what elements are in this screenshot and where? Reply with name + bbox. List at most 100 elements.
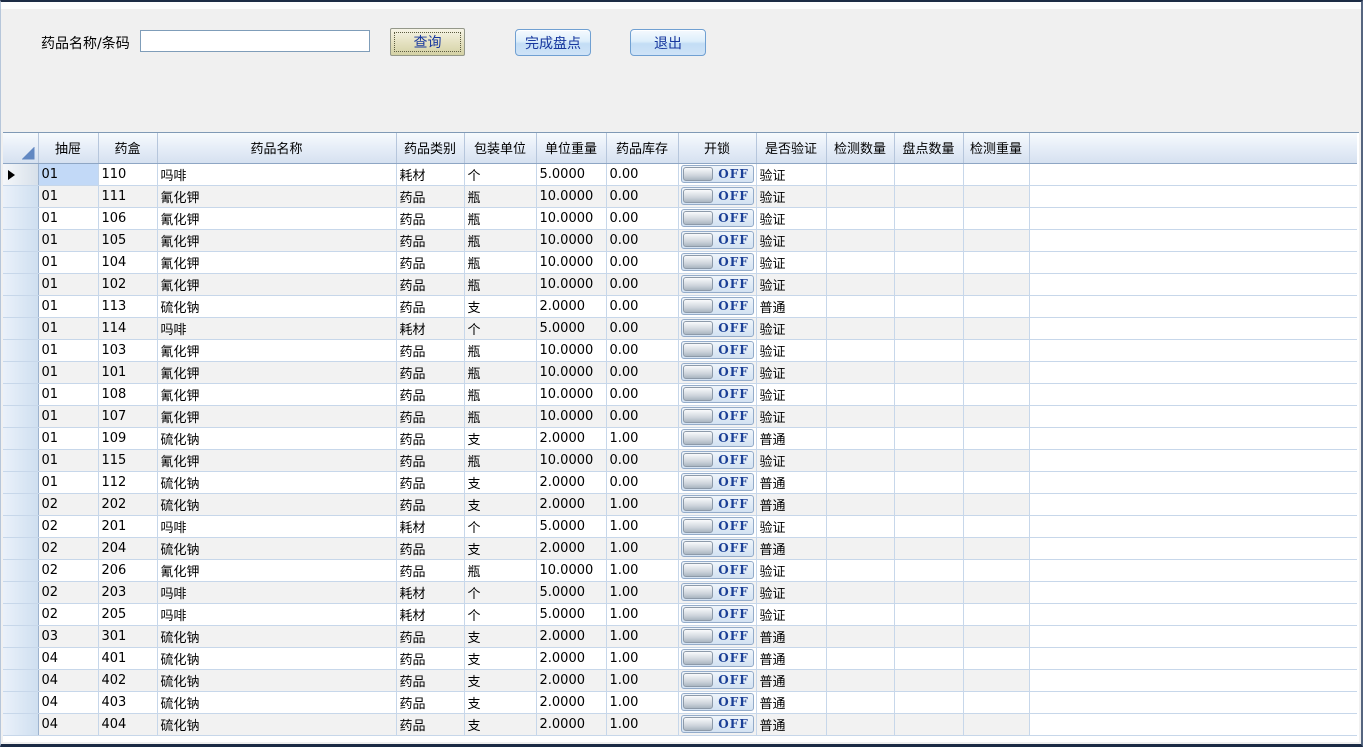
cell-verify[interactable]: 验证 bbox=[756, 405, 826, 427]
cell-unit[interactable]: 瓶 bbox=[464, 339, 536, 361]
cell-category[interactable]: 药品 bbox=[396, 713, 464, 735]
lock-toggle[interactable]: OFF bbox=[681, 495, 754, 513]
cell-category[interactable]: 药品 bbox=[396, 559, 464, 581]
cell-verify[interactable]: 验证 bbox=[756, 559, 826, 581]
cell-unit_weight[interactable]: 10.0000 bbox=[536, 185, 606, 207]
cell-name[interactable]: 氰化钾 bbox=[157, 273, 396, 295]
cell-drawer[interactable]: 03 bbox=[38, 625, 98, 647]
cell-detect_weight[interactable] bbox=[963, 317, 1029, 339]
row-header[interactable] bbox=[3, 163, 38, 185]
cell-verify[interactable]: 验证 bbox=[756, 383, 826, 405]
row-header[interactable] bbox=[3, 295, 38, 317]
cell-lock[interactable]: OFF bbox=[678, 405, 756, 427]
cell-unit_weight[interactable]: 10.0000 bbox=[536, 207, 606, 229]
cell-lock[interactable]: OFF bbox=[678, 207, 756, 229]
cell-name[interactable]: 吗啡 bbox=[157, 603, 396, 625]
cell-unit_weight[interactable]: 2.0000 bbox=[536, 471, 606, 493]
row-header[interactable] bbox=[3, 669, 38, 691]
cell-stock[interactable]: 0.00 bbox=[606, 317, 678, 339]
exit-button[interactable]: 退出 bbox=[630, 29, 706, 56]
cell-category[interactable]: 药品 bbox=[396, 229, 464, 251]
cell-verify[interactable]: 验证 bbox=[756, 229, 826, 251]
row-header[interactable] bbox=[3, 647, 38, 669]
cell-count_qty[interactable] bbox=[894, 295, 963, 317]
cell-unit_weight[interactable]: 2.0000 bbox=[536, 537, 606, 559]
cell-category[interactable]: 药品 bbox=[396, 449, 464, 471]
cell-drawer[interactable]: 01 bbox=[38, 471, 98, 493]
cell-count_qty[interactable] bbox=[894, 449, 963, 471]
cell-verify[interactable]: 验证 bbox=[756, 163, 826, 185]
cell-name[interactable]: 吗啡 bbox=[157, 581, 396, 603]
cell-count_qty[interactable] bbox=[894, 669, 963, 691]
toggle-handle[interactable] bbox=[683, 541, 713, 555]
cell-count_qty[interactable] bbox=[894, 581, 963, 603]
cell-box[interactable]: 109 bbox=[98, 427, 157, 449]
cell-unit[interactable]: 瓶 bbox=[464, 405, 536, 427]
toggle-handle[interactable] bbox=[683, 673, 713, 687]
lock-toggle[interactable]: OFF bbox=[681, 187, 754, 205]
cell-detect_weight[interactable] bbox=[963, 581, 1029, 603]
cell-stock[interactable]: 1.00 bbox=[606, 559, 678, 581]
cell-unit[interactable]: 个 bbox=[464, 317, 536, 339]
cell-drawer[interactable]: 01 bbox=[38, 163, 98, 185]
cell-verify[interactable]: 验证 bbox=[756, 581, 826, 603]
cell-lock[interactable]: OFF bbox=[678, 647, 756, 669]
cell-unit[interactable]: 瓶 bbox=[464, 383, 536, 405]
toggle-handle[interactable] bbox=[683, 431, 713, 445]
cell-category[interactable]: 药品 bbox=[396, 207, 464, 229]
cell-detect_qty[interactable] bbox=[826, 339, 894, 361]
cell-verify[interactable]: 验证 bbox=[756, 273, 826, 295]
cell-category[interactable]: 药品 bbox=[396, 251, 464, 273]
cell-count_qty[interactable] bbox=[894, 427, 963, 449]
lock-toggle[interactable]: OFF bbox=[681, 605, 754, 623]
cell-box[interactable]: 102 bbox=[98, 273, 157, 295]
cell-drawer[interactable]: 04 bbox=[38, 691, 98, 713]
lock-toggle[interactable]: OFF bbox=[681, 671, 754, 689]
cell-unit[interactable]: 支 bbox=[464, 713, 536, 735]
toggle-handle[interactable] bbox=[683, 409, 713, 423]
cell-unit_weight[interactable]: 10.0000 bbox=[536, 273, 606, 295]
lock-toggle[interactable]: OFF bbox=[681, 231, 754, 249]
cell-stock[interactable]: 0.00 bbox=[606, 405, 678, 427]
cell-verify[interactable]: 验证 bbox=[756, 339, 826, 361]
cell-detect_qty[interactable] bbox=[826, 559, 894, 581]
cell-unit_weight[interactable]: 5.0000 bbox=[536, 163, 606, 185]
cell-count_qty[interactable] bbox=[894, 229, 963, 251]
cell-verify[interactable]: 验证 bbox=[756, 361, 826, 383]
cell-drawer[interactable]: 02 bbox=[38, 581, 98, 603]
cell-box[interactable]: 205 bbox=[98, 603, 157, 625]
cell-lock[interactable]: OFF bbox=[678, 449, 756, 471]
cell-stock[interactable]: 1.00 bbox=[606, 603, 678, 625]
cell-lock[interactable]: OFF bbox=[678, 251, 756, 273]
cell-count_qty[interactable] bbox=[894, 361, 963, 383]
row-header[interactable] bbox=[3, 515, 38, 537]
cell-count_qty[interactable] bbox=[894, 207, 963, 229]
toggle-handle[interactable] bbox=[683, 651, 713, 665]
cell-name[interactable]: 吗啡 bbox=[157, 163, 396, 185]
cell-detect_weight[interactable] bbox=[963, 185, 1029, 207]
row-header[interactable] bbox=[3, 581, 38, 603]
cell-unit[interactable]: 支 bbox=[464, 625, 536, 647]
cell-detect_qty[interactable] bbox=[826, 427, 894, 449]
cell-detect_weight[interactable] bbox=[963, 383, 1029, 405]
cell-count_qty[interactable] bbox=[894, 603, 963, 625]
cell-detect_qty[interactable] bbox=[826, 317, 894, 339]
cell-box[interactable]: 404 bbox=[98, 713, 157, 735]
cell-stock[interactable]: 0.00 bbox=[606, 471, 678, 493]
toggle-handle[interactable] bbox=[683, 233, 713, 247]
cell-detect_weight[interactable] bbox=[963, 559, 1029, 581]
column-header-count_qty[interactable]: 盘点数量 bbox=[894, 133, 963, 163]
cell-lock[interactable]: OFF bbox=[678, 317, 756, 339]
cell-name[interactable]: 氰化钾 bbox=[157, 339, 396, 361]
toggle-handle[interactable] bbox=[683, 629, 713, 643]
cell-stock[interactable]: 1.00 bbox=[606, 427, 678, 449]
cell-name[interactable]: 硫化钠 bbox=[157, 295, 396, 317]
cell-lock[interactable]: OFF bbox=[678, 559, 756, 581]
lock-toggle[interactable]: OFF bbox=[681, 473, 754, 491]
cell-drawer[interactable]: 01 bbox=[38, 295, 98, 317]
row-header[interactable] bbox=[3, 691, 38, 713]
column-header-lock[interactable]: 开锁 bbox=[678, 133, 756, 163]
lock-toggle[interactable]: OFF bbox=[681, 561, 754, 579]
cell-detect_qty[interactable] bbox=[826, 383, 894, 405]
cell-unit_weight[interactable]: 5.0000 bbox=[536, 515, 606, 537]
